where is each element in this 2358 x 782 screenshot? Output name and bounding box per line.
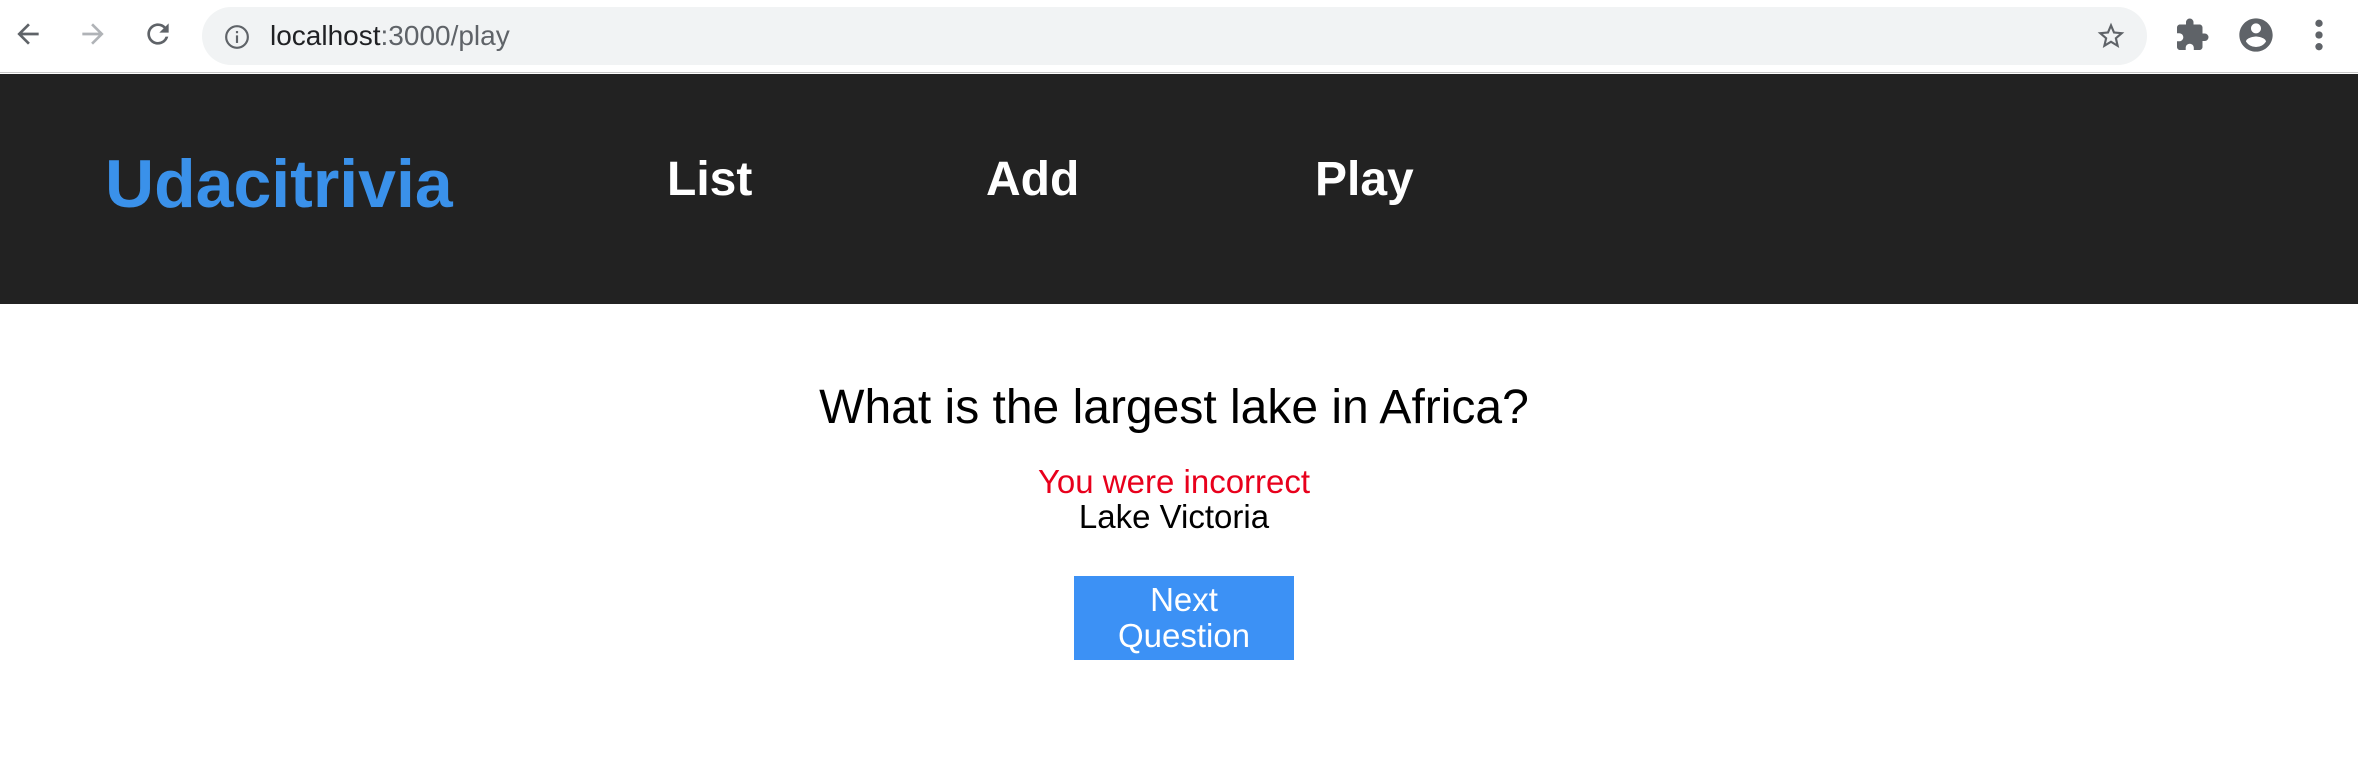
nav-play-link[interactable]: Play (1315, 156, 1414, 204)
nav-list-link[interactable]: List (667, 156, 752, 204)
forward-button[interactable] (73, 12, 113, 56)
back-button[interactable] (8, 12, 48, 56)
url-path: :3000/play (380, 20, 510, 51)
reload-button[interactable] (138, 12, 178, 56)
account-circle-icon[interactable] (2236, 15, 2276, 55)
url-host: localhost (270, 20, 381, 51)
arrow-right-icon (82, 23, 104, 45)
correct-answer: Lake Victoria (1078, 498, 1270, 535)
url-text[interactable]: localhost:3000/play (270, 7, 510, 65)
kebab-menu-icon[interactable] (2306, 15, 2332, 55)
info-icon[interactable] (224, 24, 250, 50)
next-question-button[interactable]: Next Question (1074, 576, 1294, 660)
reload-icon (147, 23, 169, 45)
star-icon[interactable] (2095, 20, 2127, 52)
address-bar[interactable]: localhost:3000/play (202, 7, 2147, 65)
browser-toolbar: localhost:3000/play (0, 0, 2358, 73)
app-header: Udacitrivia List Add Play (0, 74, 2358, 304)
nav-add-link[interactable]: Add (986, 156, 1079, 204)
result-message: You were incorrect (1037, 463, 1311, 500)
puzzle-icon[interactable] (2174, 17, 2210, 53)
arrow-left-icon (17, 23, 39, 45)
question-text: What is the largest lake in Africa? (819, 381, 1529, 434)
brand-logo[interactable]: Udacitrivia (105, 150, 453, 218)
